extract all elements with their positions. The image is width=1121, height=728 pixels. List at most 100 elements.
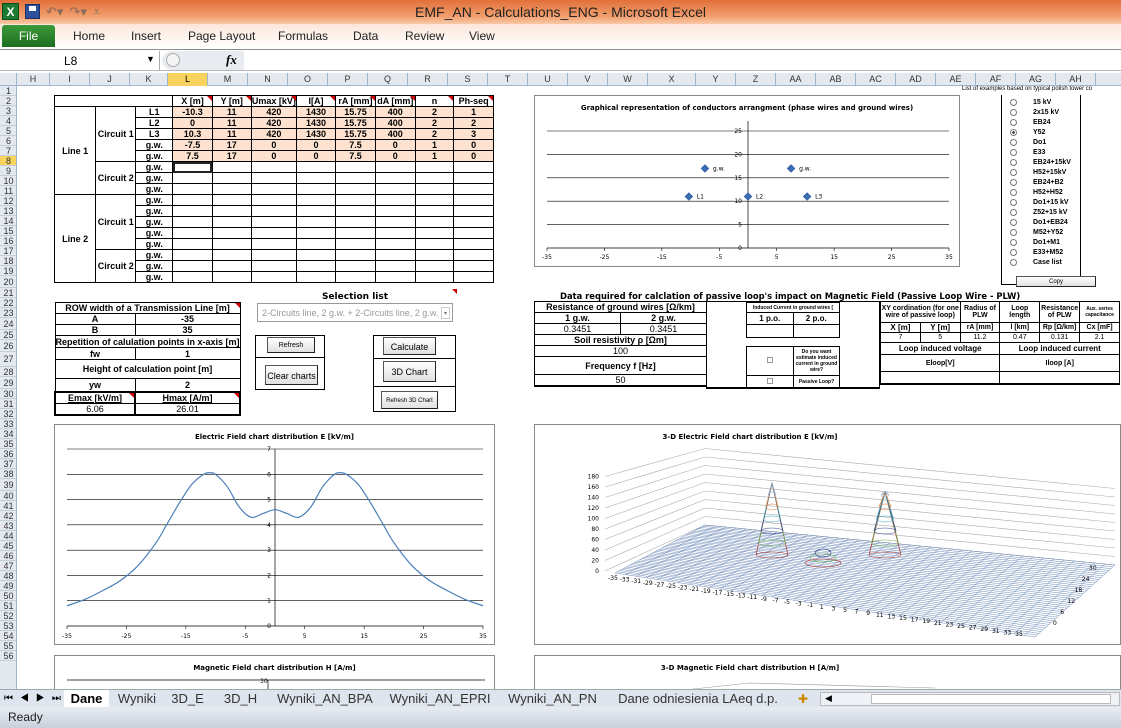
column-header-k[interactable]: K	[130, 73, 168, 86]
cell[interactable]	[374, 216, 416, 228]
cell[interactable]	[250, 161, 297, 173]
sheet-tab-5[interactable]: Wyniki_AN_EPRI	[385, 690, 495, 708]
row-header-46[interactable]: 46	[0, 551, 16, 561]
scrollbar-thumb[interactable]	[871, 694, 1111, 704]
cell[interactable]	[453, 172, 494, 184]
selection-dropdown[interactable]: 2-Circuits line, 2 g.w. + 2-Circuits lin…	[257, 303, 453, 322]
row-header-21[interactable]: 21	[0, 288, 16, 298]
row-header-28[interactable]: 28	[0, 367, 16, 377]
column-header-q[interactable]: Q	[368, 73, 408, 86]
passive-loop-checkbox[interactable]	[767, 377, 773, 384]
column-header-s[interactable]: S	[448, 73, 488, 86]
row-header-4[interactable]: 4	[0, 116, 16, 126]
radio-icon[interactable]	[1010, 239, 1017, 246]
cell[interactable]: 17	[211, 139, 252, 151]
radio-icon[interactable]	[1010, 159, 1017, 166]
cell[interactable]	[211, 216, 252, 228]
cell[interactable]: 3	[453, 128, 494, 140]
cell[interactable]	[295, 161, 337, 173]
row-header-44[interactable]: 44	[0, 531, 16, 541]
file-tab[interactable]: File	[2, 25, 55, 47]
row-header-51[interactable]: 51	[0, 601, 16, 611]
cell[interactable]: 2	[414, 117, 455, 129]
cell[interactable]	[295, 216, 337, 228]
column-header-ae[interactable]: AE	[936, 73, 976, 86]
cell[interactable]: -10.3	[172, 106, 213, 118]
example-radio-6[interactable]: EB24+15kV	[1010, 159, 1071, 166]
cell[interactable]	[453, 249, 494, 261]
cell[interactable]: 2	[414, 128, 455, 140]
column-header-i[interactable]: I	[50, 73, 90, 86]
example-radio-9[interactable]: H52+H52	[1010, 189, 1063, 196]
cell[interactable]	[414, 216, 455, 228]
row-header-3[interactable]: 3	[0, 106, 16, 116]
cell[interactable]: 15.75	[335, 106, 376, 118]
cell[interactable]	[414, 271, 455, 283]
tab-review[interactable]: Review	[405, 29, 444, 43]
example-radio-16[interactable]: Case list	[1010, 259, 1062, 266]
soil-value[interactable]: 100	[534, 345, 707, 357]
column-header-ad[interactable]: AD	[896, 73, 936, 86]
column-header-y[interactable]: Y	[696, 73, 736, 86]
radio-icon[interactable]	[1010, 189, 1017, 196]
cell[interactable]	[250, 205, 297, 217]
row-header-8[interactable]: 8	[0, 156, 16, 166]
column-header-o[interactable]: O	[288, 73, 328, 86]
cell[interactable]	[295, 183, 337, 195]
cell[interactable]	[295, 260, 337, 272]
cell[interactable]	[374, 260, 416, 272]
cell[interactable]	[172, 194, 213, 206]
conductor-arrangement-chart[interactable]: Graphical representation of conductors a…	[534, 95, 960, 267]
example-radio-14[interactable]: Do1+M1	[1010, 239, 1060, 246]
cell[interactable]	[295, 238, 337, 250]
row-header-52[interactable]: 52	[0, 611, 16, 621]
sheet-tab-0[interactable]: Dane	[64, 690, 109, 708]
cell[interactable]	[335, 194, 376, 206]
cell[interactable]	[453, 194, 494, 206]
3d-chart-button[interactable]: 3D Chart	[383, 361, 436, 382]
yw-value[interactable]: 2	[134, 378, 241, 392]
cell[interactable]	[211, 227, 252, 239]
row-header-37[interactable]: 37	[0, 459, 16, 469]
insert-sheet-icon[interactable]: ✚	[792, 690, 814, 708]
cell[interactable]: 0	[295, 139, 337, 151]
cell[interactable]: 0	[374, 150, 416, 162]
cell[interactable]: 17	[211, 150, 252, 162]
cell[interactable]	[414, 183, 455, 195]
row-header-38[interactable]: 38	[0, 469, 16, 479]
cell[interactable]: 1430	[295, 106, 337, 118]
row-header-20[interactable]: 20	[0, 276, 16, 288]
chevron-down-icon[interactable]: ▼	[146, 54, 155, 64]
radio-icon[interactable]	[1010, 119, 1017, 126]
cell[interactable]	[335, 183, 376, 195]
cell[interactable]	[250, 216, 297, 228]
row-header-48[interactable]: 48	[0, 571, 16, 581]
cell[interactable]	[453, 183, 494, 195]
row-header-18[interactable]: 18	[0, 256, 16, 266]
cell[interactable]	[172, 249, 213, 261]
example-radio-1[interactable]: 2x15 kV	[1010, 109, 1059, 116]
cell[interactable]	[211, 205, 252, 217]
cell[interactable]	[172, 238, 213, 250]
row-header-42[interactable]: 42	[0, 511, 16, 521]
calculate-button[interactable]: Calculate	[383, 337, 436, 355]
cell[interactable]	[374, 161, 416, 173]
radio-icon[interactable]	[1010, 129, 1017, 136]
cell[interactable]	[295, 194, 337, 206]
cell[interactable]	[335, 172, 376, 184]
row-header-33[interactable]: 33	[0, 419, 16, 429]
cell[interactable]	[374, 238, 416, 250]
example-radio-0[interactable]: 15 kV	[1010, 99, 1051, 106]
cell[interactable]	[453, 238, 494, 250]
refresh-3d-chart-button[interactable]: Refresh 3D Chart	[381, 391, 438, 409]
row-header-35[interactable]: 35	[0, 439, 16, 449]
column-header-h[interactable]: H	[17, 73, 50, 86]
example-radio-13[interactable]: M52+Y52	[1010, 229, 1063, 236]
row-header-13[interactable]: 13	[0, 206, 16, 216]
tab-data[interactable]: Data	[353, 29, 378, 43]
cell[interactable]	[335, 161, 376, 173]
cell[interactable]	[250, 249, 297, 261]
cell[interactable]	[250, 194, 297, 206]
cell[interactable]: 1430	[295, 128, 337, 140]
column-header-u[interactable]: U	[528, 73, 568, 86]
